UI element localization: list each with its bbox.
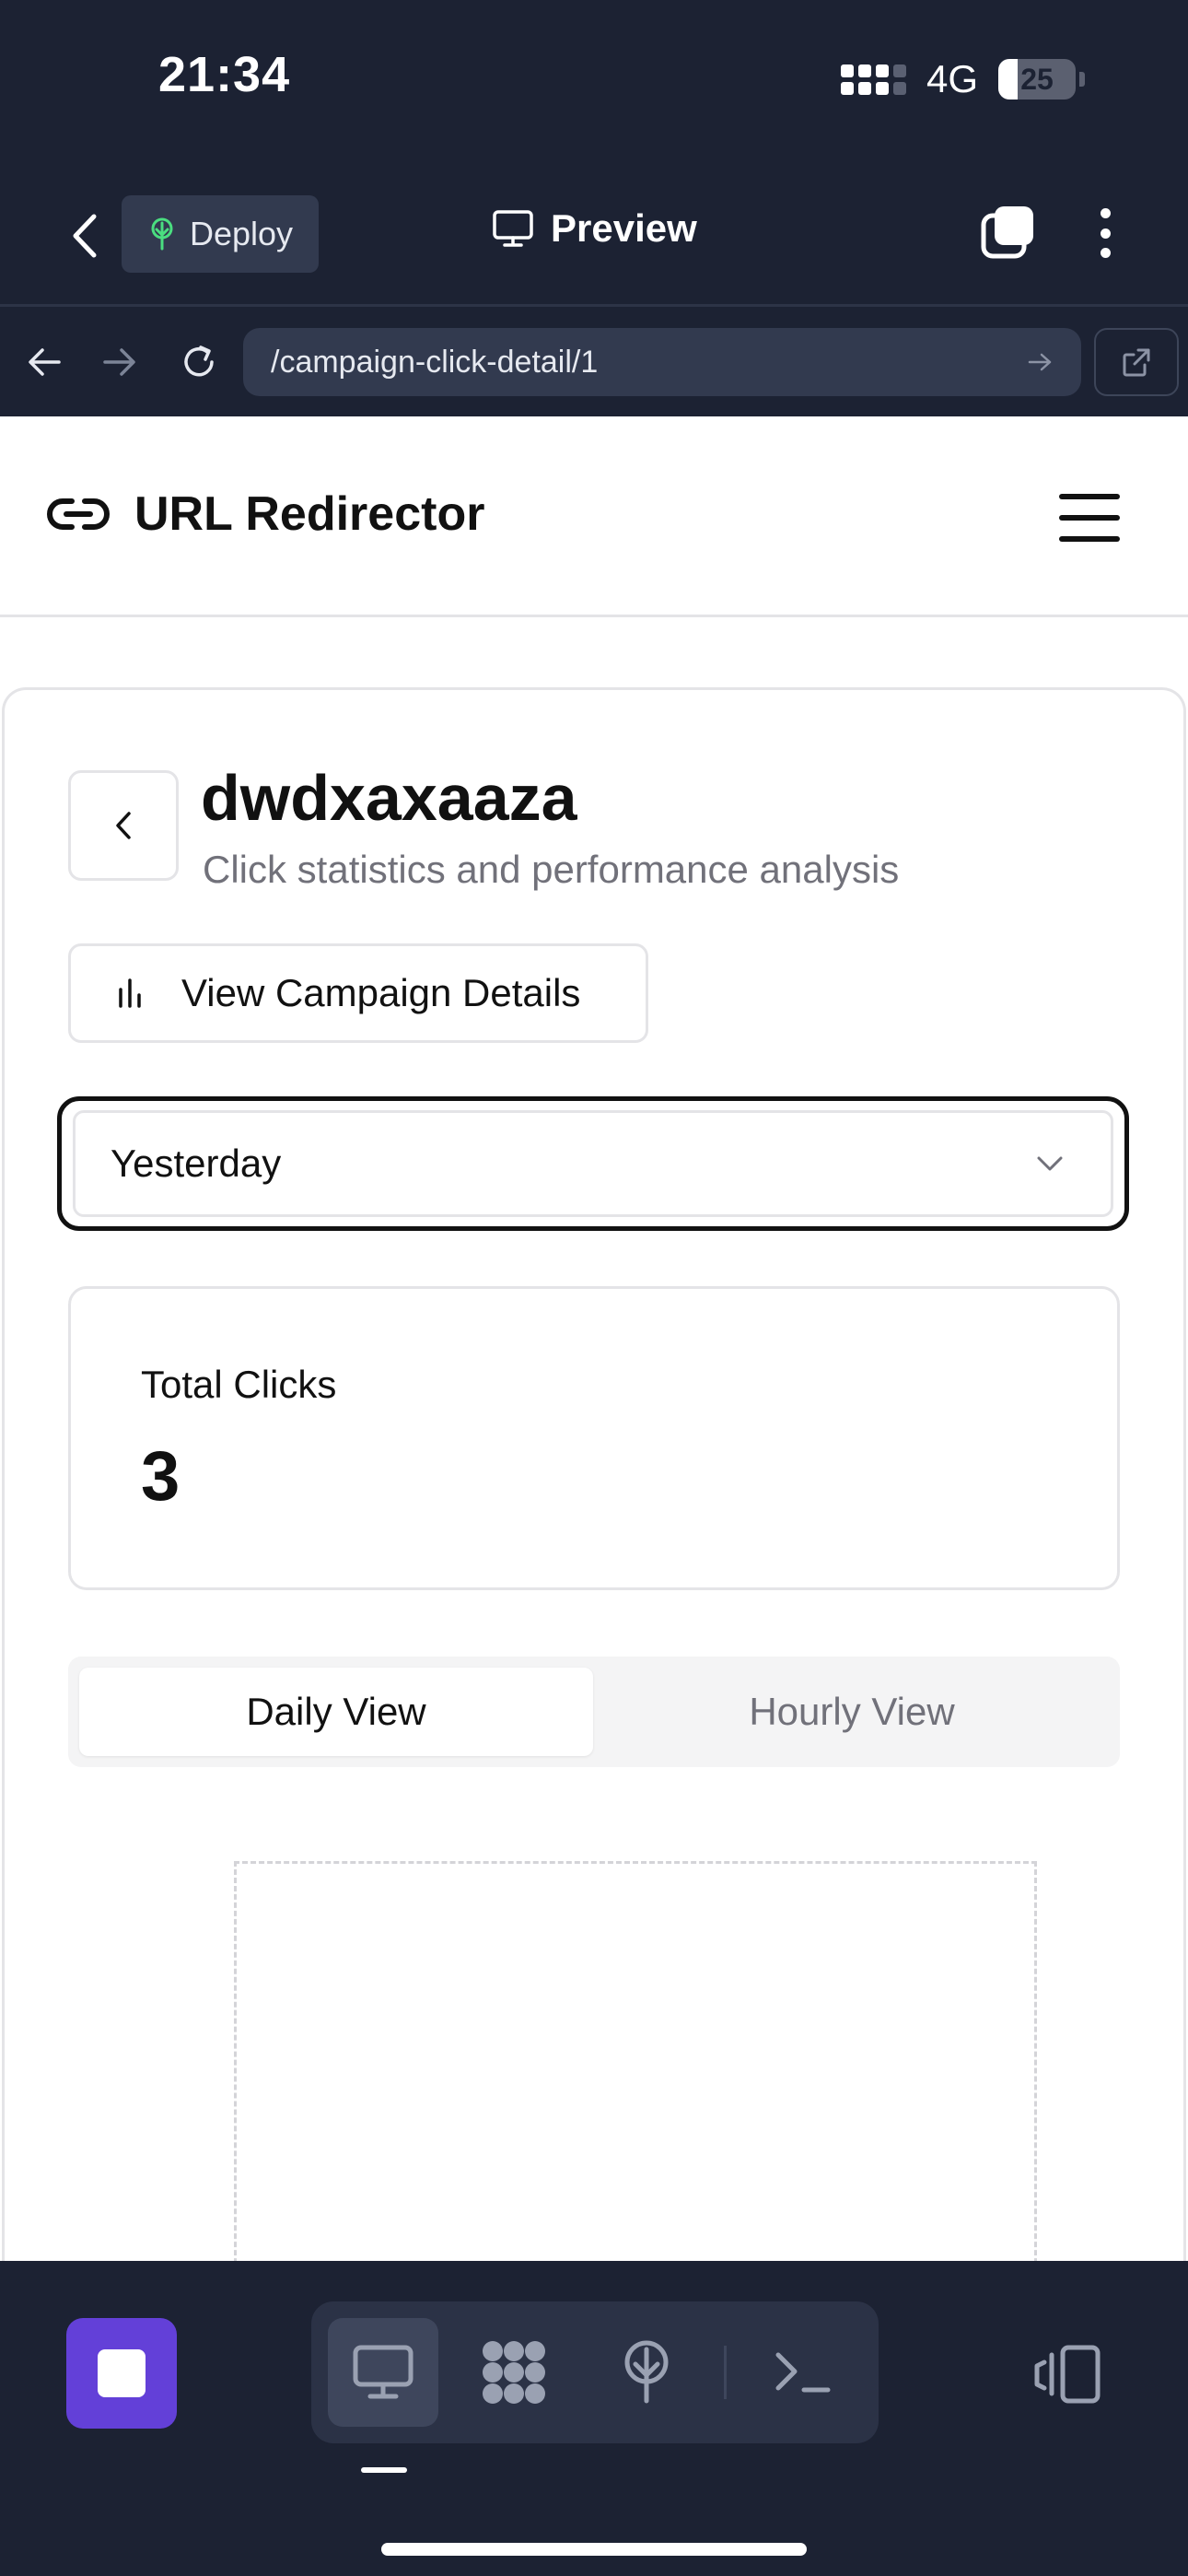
page-title: dwdxaxaaza <box>201 762 577 834</box>
chevron-left-icon <box>73 214 97 258</box>
dock-separator <box>724 2346 727 2399</box>
status-indicators: 4G 25 <box>840 57 1085 101</box>
signal-icon <box>840 64 906 95</box>
nav-forward-button[interactable] <box>92 334 147 390</box>
editor-toolbar: Deploy Preview <box>0 184 1188 286</box>
dock-deploy-button[interactable] <box>591 2318 702 2427</box>
toolbar-divider <box>0 304 1188 307</box>
tabs-icon <box>981 206 1033 259</box>
network-label: 4G <box>926 57 978 100</box>
open-external-button[interactable] <box>1094 328 1179 396</box>
date-range-value: Yesterday <box>111 1142 282 1185</box>
chart-placeholder <box>234 1861 1037 2322</box>
url-text: /campaign-click-detail/1 <box>271 344 599 380</box>
dock-preview-button[interactable] <box>328 2318 438 2427</box>
terminal-icon <box>775 2352 831 2393</box>
app-title: URL Redirector <box>134 487 485 541</box>
dock-blocks-button[interactable] <box>459 2318 569 2427</box>
date-range-select[interactable]: Yesterday <box>57 1096 1129 1231</box>
view-campaign-details-label: View Campaign Details <box>181 971 581 1014</box>
dock-terminal-button[interactable] <box>748 2318 858 2427</box>
stop-icon <box>98 2349 146 2397</box>
deploy-button[interactable]: Deploy <box>122 195 319 273</box>
dock-active-indicator <box>361 2467 407 2473</box>
url-field[interactable]: /campaign-click-detail/1 <box>243 328 1081 396</box>
arrow-right-icon <box>103 348 135 376</box>
go-arrow-icon[interactable] <box>1028 351 1054 373</box>
brand[interactable]: URL Redirector <box>46 486 484 542</box>
panel-toggle-icon <box>1034 2345 1101 2404</box>
nav-back-button[interactable] <box>17 334 72 390</box>
bar-chart-icon <box>119 978 141 1008</box>
chevron-left-icon <box>116 812 131 839</box>
total-clicks-card: Total Clicks 3 <box>68 1286 1120 1590</box>
monitor-icon <box>353 2345 413 2399</box>
tree-icon <box>624 2340 669 2404</box>
date-range-field[interactable]: Yesterday <box>73 1110 1113 1217</box>
more-vertical-icon[interactable] <box>1087 203 1124 263</box>
browser-chrome-bottom <box>0 2261 1188 2576</box>
deploy-label: Deploy <box>189 215 294 252</box>
battery-tip <box>1079 72 1085 87</box>
tab-daily-view[interactable]: Daily View <box>79 1668 593 1756</box>
bottom-dock <box>311 2301 879 2443</box>
blocks-icon <box>483 2341 545 2404</box>
browser-chrome-top: 21:34 4G 25 Deploy Preview /campaign-cli… <box>0 0 1188 416</box>
tab-hourly-view[interactable]: Hourly View <box>595 1668 1109 1756</box>
back-button[interactable] <box>57 208 112 263</box>
total-clicks-value: 3 <box>141 1437 181 1516</box>
tree-icon <box>151 217 173 251</box>
link-icon <box>47 498 110 530</box>
external-link-icon <box>1123 348 1150 377</box>
preview-tab[interactable]: Preview <box>492 206 697 251</box>
app-header: URL Redirector <box>0 416 1188 617</box>
reload-icon <box>184 345 214 377</box>
total-clicks-label: Total Clicks <box>141 1363 337 1406</box>
monitor-icon <box>493 210 533 247</box>
battery-icon: 25 <box>998 59 1076 100</box>
arrow-left-icon <box>29 348 61 376</box>
stop-button[interactable] <box>66 2318 177 2429</box>
reload-button[interactable] <box>171 334 227 390</box>
chevron-down-icon <box>1037 1156 1063 1171</box>
panel-toggle-button[interactable] <box>1030 2342 1103 2406</box>
view-campaign-details-button[interactable]: View Campaign Details <box>68 943 648 1043</box>
view-tabs: Daily View Hourly View <box>68 1657 1120 1767</box>
battery-level: 25 <box>1020 62 1054 96</box>
status-time: 21:34 <box>158 47 291 102</box>
hamburger-icon[interactable] <box>1059 494 1120 542</box>
preview-label: Preview <box>551 206 697 250</box>
home-indicator <box>381 2543 807 2556</box>
url-row: /campaign-click-detail/1 <box>0 321 1188 404</box>
page-subtitle: Click statistics and performance analysi… <box>203 848 900 891</box>
tabs-button[interactable] <box>978 203 1039 263</box>
campaign-back-button[interactable] <box>68 770 179 881</box>
